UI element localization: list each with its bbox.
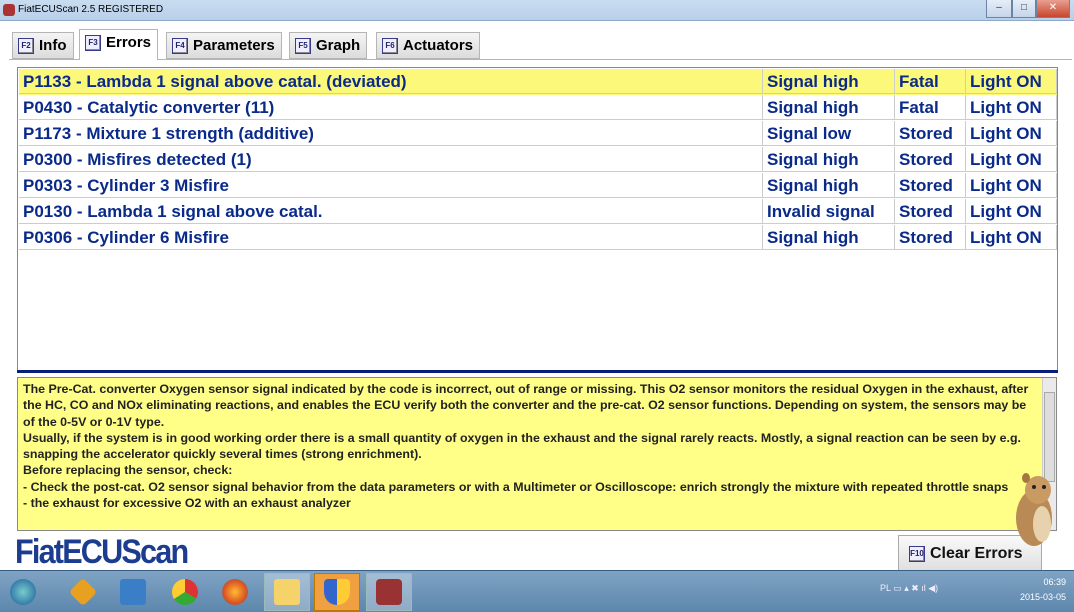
error-status: Signal high — [763, 173, 895, 198]
error-light: Light ON — [966, 95, 1057, 120]
error-status: Signal high — [763, 147, 895, 172]
error-code: P0430 - Catalytic converter (11) — [19, 95, 763, 120]
maximize-button[interactable]: □ — [1012, 0, 1036, 18]
fiatecuscan-logo: FiatECUScan — [15, 533, 189, 571]
error-row[interactable]: P1133 - Lambda 1 signal above catal. (de… — [19, 69, 1057, 95]
key-badge: F10 — [909, 546, 925, 562]
error-row[interactable]: P0130 - Lambda 1 signal above catal. Inva… — [19, 199, 1057, 225]
tab-label: Parameters — [193, 37, 275, 54]
firefox-icon[interactable] — [212, 573, 258, 611]
chrome-icon[interactable] — [162, 573, 208, 611]
close-button[interactable]: ✕ — [1036, 0, 1070, 18]
error-table: P1133 - Lambda 1 signal above catal. (de… — [17, 67, 1058, 371]
description-text: The Pre-Cat. converter Oxygen sensor sig… — [23, 382, 1029, 429]
error-row[interactable]: P1173 - Mixture 1 strength (additive) Sig… — [19, 121, 1057, 147]
tab-parameters[interactable]: F4 Parameters — [166, 32, 282, 59]
tab-label: Info — [39, 37, 67, 54]
error-row[interactable]: P0430 - Catalytic converter (11) Signal h… — [19, 95, 1057, 121]
error-row[interactable]: P0306 - Cylinder 6 Misfire Signal high Sto… — [19, 225, 1057, 251]
system-tray[interactable]: PL ▭ ▴ ✖ ıl ◀) — [880, 583, 938, 594]
error-row[interactable]: P0300 - Misfires detected (1) Signal high… — [19, 147, 1057, 173]
error-light: Light ON — [966, 147, 1057, 172]
error-type: Stored — [895, 199, 966, 224]
error-code: P1133 - Lambda 1 signal above catal. (de… — [19, 69, 763, 94]
error-status: Signal low — [763, 121, 895, 146]
tab-info[interactable]: F2 Info — [12, 32, 74, 59]
fiatecuscan-taskbar-icon[interactable] — [366, 573, 412, 611]
minimize-button[interactable]: – — [986, 0, 1012, 18]
clock-date: 2015-03-05 — [1019, 592, 1066, 602]
description-text: Before replacing the sensor, check: — [23, 463, 233, 478]
error-type: Stored — [895, 173, 966, 198]
start-button[interactable] — [0, 573, 46, 611]
description-text: - the exhaust for excessive O2 with an e… — [23, 496, 351, 511]
error-row[interactable]: P0303 - Cylinder 3 Misfire Signal high Sto… — [19, 173, 1057, 199]
error-light: Light ON — [966, 173, 1057, 198]
scrollbar-thumb[interactable] — [1044, 392, 1055, 482]
error-code: P0303 - Cylinder 3 Misfire — [19, 173, 763, 198]
key-badge: F6 — [382, 38, 398, 54]
divider — [17, 370, 1058, 373]
error-type: Fatal — [895, 69, 966, 94]
tab-actuators[interactable]: F6 Actuators — [376, 32, 481, 59]
error-type: Stored — [895, 147, 966, 172]
description-text: Usually, if the system is in good workin… — [23, 430, 1021, 462]
error-light: Light ON — [966, 225, 1057, 250]
error-status: Signal high — [763, 225, 895, 250]
window-title: FiatECUScan 2.5 REGISTERED — [18, 4, 164, 15]
tab-label: Actuators — [403, 37, 474, 54]
key-badge: F4 — [172, 38, 188, 54]
error-code: P1173 - Mixture 1 strength (additive) — [19, 121, 763, 146]
tab-label: Errors — [106, 34, 152, 51]
winamp-icon[interactable] — [60, 573, 106, 611]
description-text: - Check the post-cat. O2 sensor signal b… — [23, 479, 1009, 494]
taskbar: PL ▭ ▴ ✖ ıl ◀) 06:39 2015-03-05 — [0, 570, 1074, 612]
error-light: Light ON — [966, 69, 1057, 94]
title-bar: FiatECUScan 2.5 REGISTERED – □ ✕ — [0, 0, 1074, 21]
error-type: Fatal — [895, 95, 966, 120]
language-indicator[interactable]: PL — [880, 583, 891, 593]
key-badge: F5 — [295, 38, 311, 54]
error-description: The Pre-Cat. converter Oxygen sensor sig… — [17, 377, 1057, 531]
app-icon — [3, 4, 15, 16]
error-light: Light ON — [966, 121, 1057, 146]
error-light: Light ON — [966, 199, 1057, 224]
clock-time: 06:39 — [1043, 577, 1066, 587]
error-type: Stored — [895, 121, 966, 146]
clock[interactable]: 06:39 2015-03-05 — [1020, 575, 1066, 605]
wtw-icon[interactable] — [110, 573, 156, 611]
hamster-mascot-icon — [1016, 473, 1052, 546]
tab-errors[interactable]: F3 Errors — [79, 29, 159, 60]
key-badge: F2 — [18, 38, 34, 54]
tab-label: Graph — [316, 37, 361, 54]
error-code: P0130 - Lambda 1 signal above catal. — [19, 199, 763, 224]
key-badge: F3 — [85, 35, 101, 51]
error-status: Signal high — [763, 69, 895, 94]
tab-graph[interactable]: F5 Graph — [289, 32, 368, 59]
error-status: Signal high — [763, 95, 895, 120]
explorer-icon[interactable] — [264, 573, 310, 611]
error-code: P0306 - Cylinder 6 Misfire — [19, 225, 763, 250]
error-status: Invalid signal — [763, 199, 895, 224]
error-type: Stored — [895, 225, 966, 250]
security-shield-icon[interactable] — [314, 573, 360, 611]
error-code: P0300 - Misfires detected (1) — [19, 147, 763, 172]
